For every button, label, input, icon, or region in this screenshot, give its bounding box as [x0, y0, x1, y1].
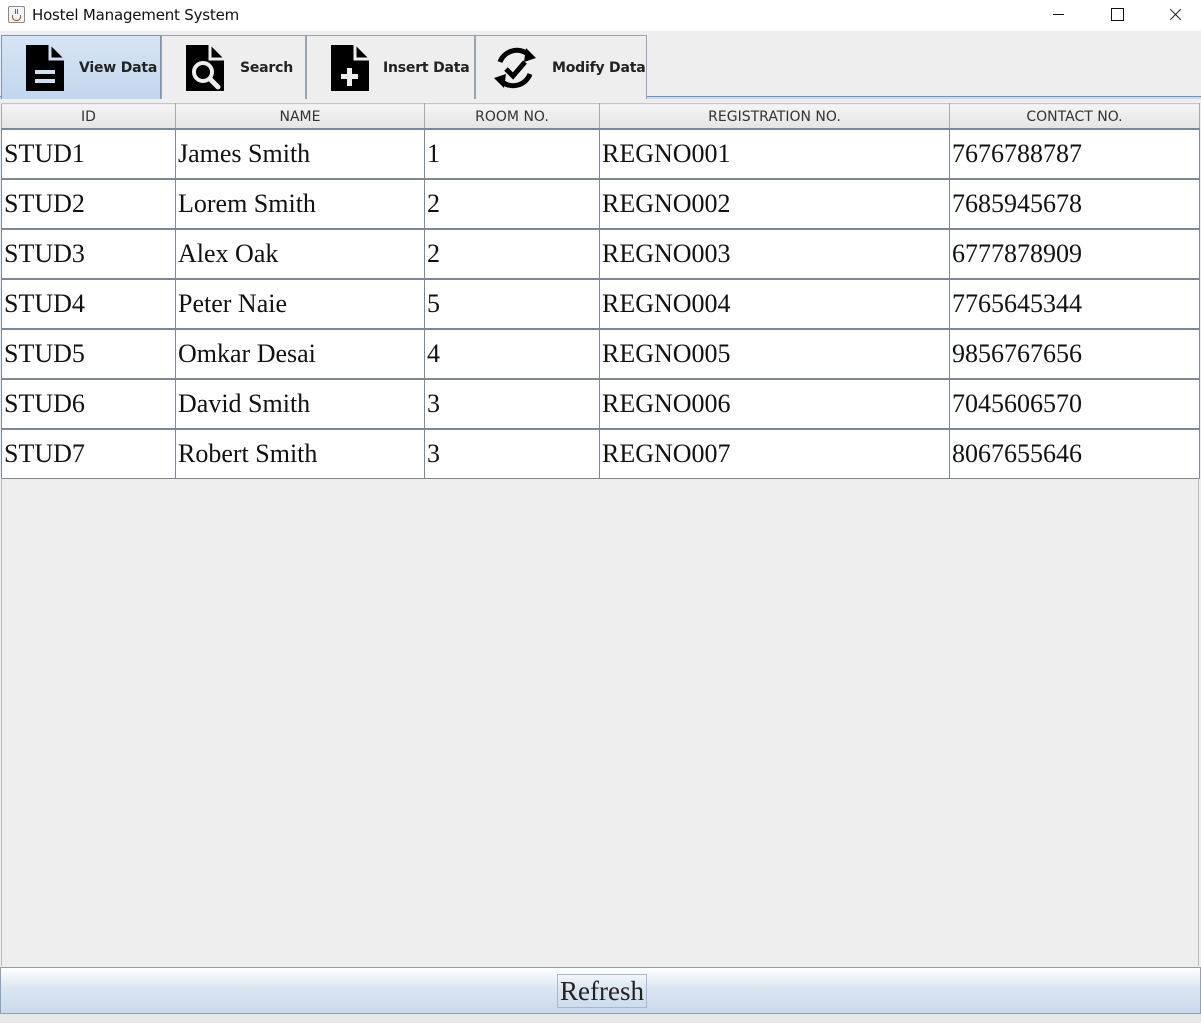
window-title: Hostel Management System [32, 6, 240, 24]
tab-modify-data-label: Modify Data [552, 60, 646, 76]
cell-name[interactable]: David Smith [175, 377, 425, 429]
cell-name[interactable]: James Smith [175, 127, 425, 179]
cell-registration-no[interactable]: REGNO005 [599, 327, 950, 379]
cell-name[interactable]: Alex Oak [175, 227, 425, 279]
cell-room-no[interactable]: 4 [424, 327, 600, 379]
cell-contact-no[interactable]: 7765645344 [949, 277, 1200, 329]
table-header-row: ID NAME ROOM NO. REGISTRATION NO. CONTAC… [1, 103, 1200, 129]
cell-room-no[interactable]: 3 [424, 427, 600, 479]
cell-room-no[interactable]: 3 [424, 377, 600, 429]
cell-registration-no[interactable]: REGNO006 [599, 377, 950, 429]
table-row[interactable]: STUD3 Alex Oak 2 REGNO003 6777878909 [1, 227, 1200, 279]
cell-id[interactable]: STUD7 [1, 427, 176, 479]
document-icon [26, 45, 64, 91]
cell-name[interactable]: Peter Naie [175, 277, 425, 329]
table-row[interactable]: STUD4 Peter Naie 5 REGNO004 7765645344 [1, 277, 1200, 329]
table-row[interactable]: STUD7 Robert Smith 3 REGNO007 8067655646 [1, 427, 1200, 479]
tab-insert-data[interactable]: Insert Data [306, 35, 475, 99]
document-search-icon [186, 45, 224, 91]
column-header-registration-no[interactable]: REGISTRATION NO. [599, 103, 950, 129]
minimize-button[interactable] [1029, 0, 1087, 31]
cell-name[interactable]: Robert Smith [175, 427, 425, 479]
cell-contact-no[interactable]: 7045606570 [949, 377, 1200, 429]
cell-room-no[interactable]: 5 [424, 277, 600, 329]
cell-registration-no[interactable]: REGNO003 [599, 227, 950, 279]
table-row[interactable]: STUD6 David Smith 3 REGNO006 7045606570 [1, 377, 1200, 429]
tab-modify-data[interactable]: Modify Data [475, 35, 647, 99]
tab-strip: View Data Search Insert Data Modify Data [0, 31, 1201, 103]
cell-id[interactable]: STUD4 [1, 277, 176, 329]
title-bar: Hostel Management System [0, 0, 1201, 31]
table-row[interactable]: STUD5 Omkar Desai 4 REGNO005 9856767656 [1, 327, 1200, 379]
cell-registration-no[interactable]: REGNO002 [599, 177, 950, 229]
cell-id[interactable]: STUD3 [1, 227, 176, 279]
cell-room-no[interactable]: 2 [424, 177, 600, 229]
maximize-button[interactable] [1087, 0, 1145, 31]
cell-name[interactable]: Lorem Smith [175, 177, 425, 229]
tab-search[interactable]: Search [161, 35, 306, 99]
cell-id[interactable]: STUD1 [1, 127, 176, 179]
cell-id[interactable]: STUD2 [1, 177, 176, 229]
column-header-room-no[interactable]: ROOM NO. [424, 103, 600, 129]
column-header-id[interactable]: ID [1, 103, 176, 129]
tab-view-data[interactable]: View Data [1, 35, 161, 99]
cell-name[interactable]: Omkar Desai [175, 327, 425, 379]
cell-room-no[interactable]: 1 [424, 127, 600, 179]
java-cup-icon [8, 6, 25, 23]
cell-room-no[interactable]: 2 [424, 227, 600, 279]
document-add-icon [331, 45, 369, 91]
cell-registration-no[interactable]: REGNO001 [599, 127, 950, 179]
refresh-button[interactable]: Refresh [557, 974, 647, 1008]
window-bottom-edge [0, 1014, 1201, 1023]
close-button[interactable] [1145, 0, 1201, 31]
cell-contact-no[interactable]: 7676788787 [949, 127, 1200, 179]
tab-insert-data-label: Insert Data [383, 60, 470, 76]
cell-id[interactable]: STUD5 [1, 327, 176, 379]
app-window: Hostel Management System View Data Searc… [0, 0, 1201, 1023]
cell-contact-no[interactable]: 6777878909 [949, 227, 1200, 279]
tab-search-label: Search [240, 60, 293, 76]
refresh-bar[interactable]: Refresh [0, 967, 1201, 1014]
students-table: ID NAME ROOM NO. REGISTRATION NO. CONTAC… [1, 103, 1200, 479]
cell-contact-no[interactable]: 9856767656 [949, 327, 1200, 379]
column-header-contact-no[interactable]: CONTACT NO. [949, 103, 1200, 129]
cell-contact-no[interactable]: 7685945678 [949, 177, 1200, 229]
cell-id[interactable]: STUD6 [1, 377, 176, 429]
table-row[interactable]: STUD1 James Smith 1 REGNO001 7676788787 [1, 127, 1200, 179]
column-header-name[interactable]: NAME [175, 103, 425, 129]
table-row[interactable]: STUD2 Lorem Smith 2 REGNO002 7685945678 [1, 177, 1200, 229]
cell-contact-no[interactable]: 8067655646 [949, 427, 1200, 479]
cell-registration-no[interactable]: REGNO004 [599, 277, 950, 329]
table-empty-area [1, 478, 1199, 966]
cell-registration-no[interactable]: REGNO007 [599, 427, 950, 479]
tab-view-data-label: View Data [79, 60, 158, 76]
refresh-check-icon [494, 47, 536, 89]
